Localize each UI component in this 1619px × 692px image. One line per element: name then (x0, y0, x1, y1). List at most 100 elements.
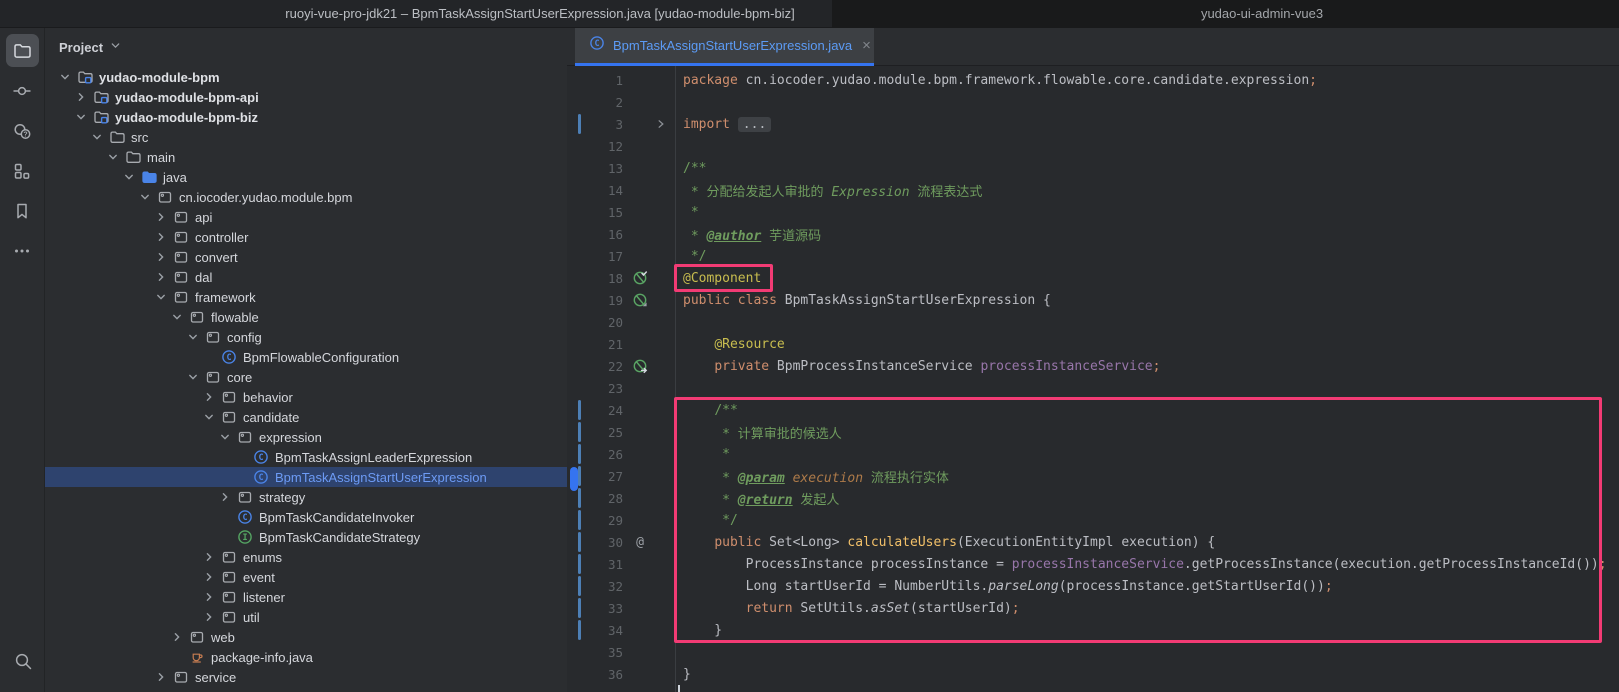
code-line-20[interactable]: 20 (567, 311, 1619, 333)
tree-item-core[interactable]: core (45, 367, 567, 387)
code-line-32[interactable]: 32 Long startUserId = NumberUtils.parseL… (567, 575, 1619, 597)
project-panel-header[interactable]: Project (45, 28, 567, 66)
editor-tab[interactable]: C BpmTaskAssignStartUserExpression.java … (575, 28, 874, 66)
tree-item-dal[interactable]: dal (45, 267, 567, 287)
code-line-35[interactable]: 35 (567, 641, 1619, 663)
tree-item-listener[interactable]: listener (45, 587, 567, 607)
spring-impl-gutter-icon[interactable] (628, 292, 652, 308)
code-line-26[interactable]: 26 * (567, 443, 1619, 465)
bookmarks-icon[interactable] (6, 194, 39, 227)
code-line-31[interactable]: 31 ProcessInstance processInstance = pro… (567, 553, 1619, 575)
line-number[interactable]: 22 (567, 359, 623, 374)
tree-item-cn-iocoder-yudao-module-bpm[interactable]: cn.iocoder.yudao.module.bpm (45, 187, 567, 207)
line-number[interactable]: 35 (567, 645, 623, 660)
line-number[interactable]: 30 (567, 535, 623, 550)
chevron-right-icon[interactable] (153, 670, 168, 685)
line-number[interactable]: 29 (567, 513, 623, 528)
tree-item-src[interactable]: src (45, 127, 567, 147)
chevron-right-icon[interactable] (153, 210, 168, 225)
chevron-right-icon[interactable] (153, 230, 168, 245)
tree-item-web[interactable]: web (45, 627, 567, 647)
tree-item-candidate[interactable]: candidate (45, 407, 567, 427)
tree-item-bpmflowableconfiguration[interactable]: CBpmFlowableConfiguration (45, 347, 567, 367)
line-number[interactable]: 25 (567, 425, 623, 440)
code-line-1[interactable]: 1package cn.iocoder.yudao.module.bpm.fra… (567, 69, 1619, 91)
line-number[interactable]: 15 (567, 205, 623, 220)
tree-item-behavior[interactable]: behavior (45, 387, 567, 407)
tree-item-event[interactable]: event (45, 567, 567, 587)
tree-item-util[interactable]: util (45, 607, 567, 627)
code-line-18[interactable]: 18@Component (567, 267, 1619, 289)
pull-requests-icon[interactable]: ? (6, 114, 39, 147)
project-scrollbar-marker[interactable] (570, 467, 578, 491)
tree-item-bpmtaskcandidateinvoker[interactable]: CBpmTaskCandidateInvoker (45, 507, 567, 527)
tree-item-flowable[interactable]: flowable (45, 307, 567, 327)
code-line-30[interactable]: 30@ public Set<Long> calculateUsers(Exec… (567, 531, 1619, 553)
line-number[interactable]: 12 (567, 139, 623, 154)
chevron-right-icon[interactable] (153, 250, 168, 265)
line-number[interactable]: 28 (567, 491, 623, 506)
tree-item-api[interactable]: api (45, 207, 567, 227)
tree-item-enums[interactable]: enums (45, 547, 567, 567)
chevron-down-icon[interactable] (137, 190, 152, 205)
code-line-16[interactable]: 16 * @author 芋道源码 (567, 223, 1619, 245)
tree-item-bpmtaskcandidatestrategy[interactable]: IBpmTaskCandidateStrategy (45, 527, 567, 547)
chevron-down-icon[interactable] (201, 410, 216, 425)
chevron-down-icon[interactable] (217, 430, 232, 445)
line-number[interactable]: 33 (567, 601, 623, 616)
close-icon[interactable]: × (862, 38, 871, 53)
line-number[interactable]: 16 (567, 227, 623, 242)
line-number[interactable]: 2 (567, 95, 623, 110)
chevron-right-icon[interactable] (201, 550, 216, 565)
line-number[interactable]: 13 (567, 161, 623, 176)
chevron-right-icon[interactable] (217, 490, 232, 505)
code-line-14[interactable]: 14 * 分配给发起人审批的 Expression 流程表达式 (567, 179, 1619, 201)
line-number[interactable]: 23 (567, 381, 623, 396)
line-number[interactable]: 20 (567, 315, 623, 330)
tree-item-bpmtaskassignleaderexpression[interactable]: CBpmTaskAssignLeaderExpression (45, 447, 567, 467)
line-number[interactable]: 3 (567, 117, 623, 132)
code-line-19[interactable]: 19public class BpmTaskAssignStartUserExp… (567, 289, 1619, 311)
code-line-2[interactable]: 2 (567, 91, 1619, 113)
line-number[interactable]: 36 (567, 667, 623, 682)
tree-item-package-info-java[interactable]: package-info.java (45, 647, 567, 667)
line-number[interactable]: 1 (567, 73, 623, 88)
code-line-28[interactable]: 28 * @return 发起人 (567, 487, 1619, 509)
tree-item-yudao-module-bpm-biz[interactable]: yudao-module-bpm-biz (45, 107, 567, 127)
tree-item-main[interactable]: main (45, 147, 567, 167)
commit-icon[interactable] (6, 74, 39, 107)
chevron-down-icon[interactable] (57, 70, 72, 85)
code-line-24[interactable]: 24 /** (567, 399, 1619, 421)
tree-item-bpmtaskassignstartuserexpression[interactable]: CBpmTaskAssignStartUserExpression (45, 467, 567, 487)
chevron-right-icon[interactable] (201, 610, 216, 625)
fold-arrow-icon[interactable] (652, 119, 669, 129)
chevron-down-icon[interactable] (89, 130, 104, 145)
chevron-right-icon[interactable] (201, 390, 216, 405)
code-line-27[interactable]: 27 * @param execution 流程执行实体 (567, 465, 1619, 487)
line-number[interactable]: 31 (567, 557, 623, 572)
line-number[interactable]: 24 (567, 403, 623, 418)
code-line-34[interactable]: 34 } (567, 619, 1619, 641)
chevron-down-icon[interactable] (153, 290, 168, 305)
code-line-36[interactable]: 36} (567, 663, 1619, 685)
chevron-down-icon[interactable] (185, 370, 200, 385)
chevron-down-icon[interactable] (169, 310, 184, 325)
tree-item-config[interactable]: config (45, 327, 567, 347)
tree-item-yudao-module-bpm-api[interactable]: yudao-module-bpm-api (45, 87, 567, 107)
structure-icon[interactable] (6, 154, 39, 187)
code-line-22[interactable]: 22 private BpmProcessInstanceService pro… (567, 355, 1619, 377)
code-line-25[interactable]: 25 * 计算审批的候选人 (567, 421, 1619, 443)
annotated-marker-icon[interactable]: @ (628, 534, 652, 550)
code-line-17[interactable]: 17 */ (567, 245, 1619, 267)
tree-item-java[interactable]: java (45, 167, 567, 187)
code-line-29[interactable]: 29 */ (567, 509, 1619, 531)
chevron-down-icon[interactable] (121, 170, 136, 185)
chevron-down-icon[interactable] (185, 330, 200, 345)
line-number[interactable]: 17 (567, 249, 623, 264)
chevron-right-icon[interactable] (201, 590, 216, 605)
chevron-right-icon[interactable] (201, 570, 216, 585)
code-area[interactable]: 1package cn.iocoder.yudao.module.bpm.fra… (567, 66, 1619, 692)
line-number[interactable]: 26 (567, 447, 623, 462)
code-line-13[interactable]: 13/** (567, 157, 1619, 179)
code-line-33[interactable]: 33 return SetUtils.asSet(startUserId); (567, 597, 1619, 619)
